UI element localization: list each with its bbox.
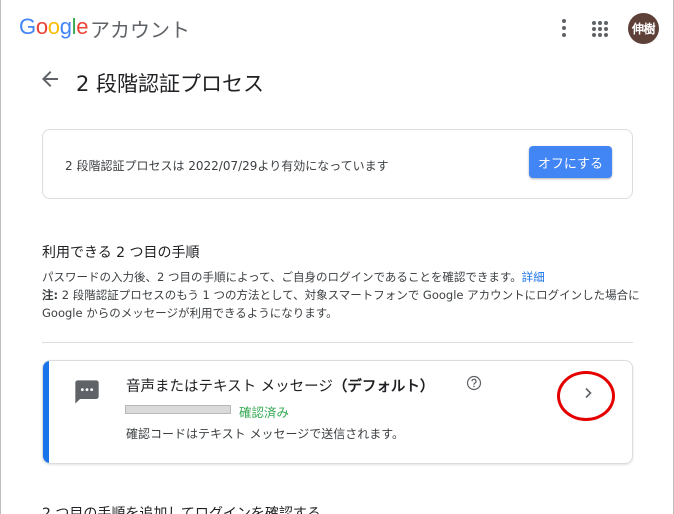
method-description: 確認コードはテキスト メッセージで送信されます。	[126, 427, 405, 441]
card-accent-bar	[43, 361, 49, 463]
status-text: 2 段階認証プロセスは 2022/07/29より有効になっています	[65, 159, 389, 173]
sms-voice-method-card[interactable]: 音声またはテキスト メッセージ（デフォルト） 確認済み 確認コードはテキスト メ…	[42, 360, 633, 464]
window-border-left	[0, 0, 1, 514]
method-title: 音声またはテキスト メッセージ（デフォルト）	[126, 375, 434, 396]
apps-grid-icon[interactable]	[592, 21, 608, 37]
second-steps-description: パスワードの入力後、2 つ目の手順によって、ご自身のログインであることを確認でき…	[42, 268, 642, 322]
avatar[interactable]: 伸樹	[628, 13, 659, 44]
second-steps-title: 利用できる 2 つ目の手順	[42, 245, 200, 261]
status-card: 2 段階認証プロセスは 2022/07/29より有効になっています オフにする	[42, 129, 633, 199]
note-text: 2 段階認証プロセスのもう 1 つの方法として、対象スマートフォンで Googl…	[42, 288, 640, 320]
back-arrow-icon[interactable]	[38, 67, 62, 91]
turn-off-button[interactable]: オフにする	[529, 146, 612, 178]
more-options-icon[interactable]	[556, 18, 572, 38]
page-title: 2 段階認証プロセス	[76, 72, 265, 96]
logo-letter: g	[59, 14, 72, 39]
note-label: 注:	[42, 288, 59, 302]
product-name[interactable]: アカウント	[90, 14, 190, 43]
verified-label: 確認済み	[239, 405, 290, 420]
message-icon	[73, 378, 101, 406]
google-logo[interactable]: Google	[19, 14, 88, 40]
logo-letter: e	[76, 14, 89, 39]
logo-letter: G	[19, 14, 36, 39]
annotation-red-circle	[557, 371, 615, 421]
top-bar: Google アカウント 伸樹	[0, 0, 674, 54]
details-link[interactable]: 詳細	[522, 270, 545, 284]
description-text: パスワードの入力後、2 つ目の手順によって、ご自身のログインであることを確認でき…	[42, 270, 522, 284]
help-icon[interactable]	[466, 375, 482, 391]
default-tag: （デフォルト）	[332, 379, 435, 395]
redacted-phone-number	[125, 405, 231, 414]
next-section-title: 2 つ目の手順を追加してログインを確認する	[42, 506, 321, 514]
method-name: 音声またはテキスト メッセージ	[126, 379, 333, 395]
logo-letter: o	[47, 14, 60, 39]
section-divider	[42, 342, 633, 343]
logo-letter: o	[35, 14, 48, 39]
